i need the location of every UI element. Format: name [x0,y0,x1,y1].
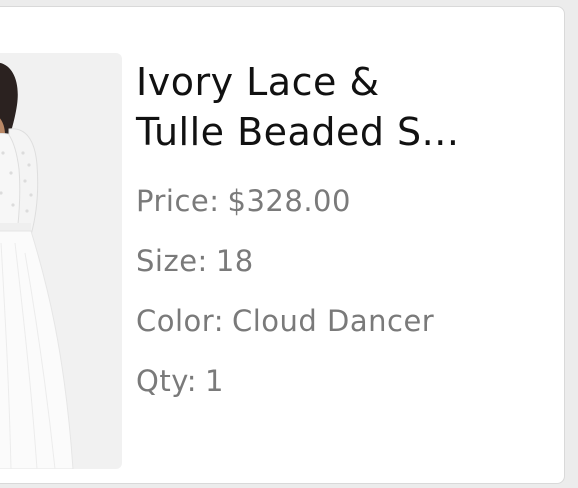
size-label: Size: [136,244,208,278]
size-value: 18 [215,244,254,278]
qty-value: 1 [205,364,224,398]
qty-label: Qty: [136,364,198,398]
size-row: Size: 18 [136,231,546,291]
product-title-line-1: Ivory Lace & [136,60,380,104]
qty-row: Qty: 1 [136,351,546,411]
product-details: Ivory Lace & Tulle Beaded S... Price: $32… [136,57,546,411]
price-label: Price: [136,184,220,218]
color-value: Cloud Dancer [231,304,435,338]
cart-item-card: Ivory Lace & Tulle Beaded S... Price: $32… [0,6,565,484]
color-row: Color: Cloud Dancer [136,291,546,351]
product-title-line-2: Tulle Beaded S... [136,110,460,154]
product-title[interactable]: Ivory Lace & Tulle Beaded S... [136,57,546,157]
color-label: Color: [136,304,224,338]
product-image[interactable] [0,53,122,469]
dress-illustration [0,63,74,469]
price-value: $328.00 [227,184,351,218]
price-row: Price: $328.00 [136,171,546,231]
